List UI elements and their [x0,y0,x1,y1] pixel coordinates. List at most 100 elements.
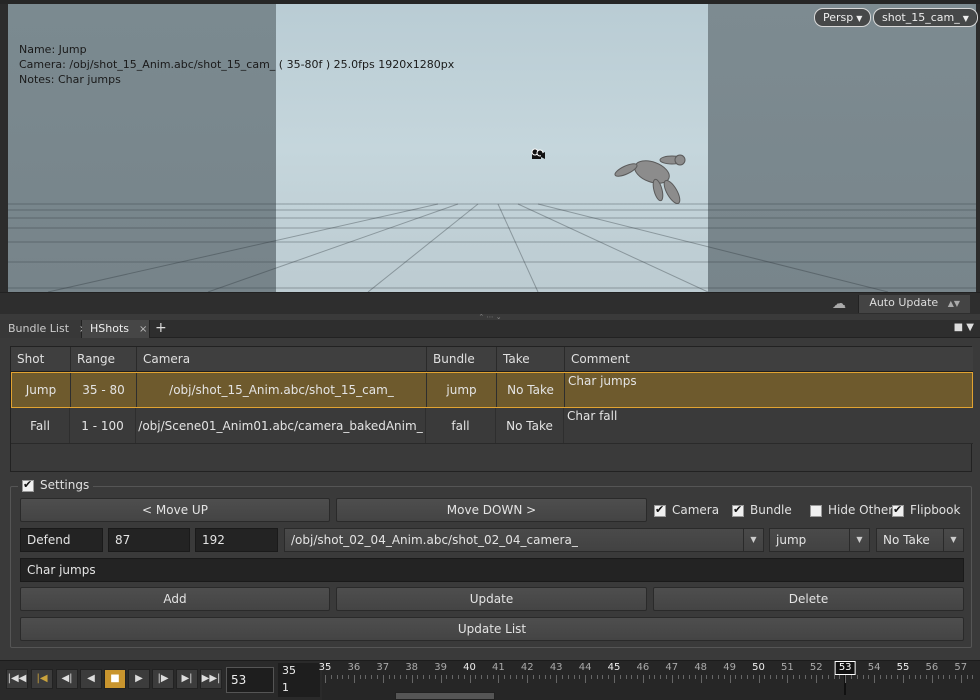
keyframe-prev-icon[interactable]: |◀ [31,669,53,689]
settings-toggle[interactable]: Settings [18,478,94,492]
timeline-tick [544,675,546,679]
settings-checkbox[interactable] [22,478,34,492]
column-header-shot[interactable]: Shot [11,347,71,372]
camera-path-value: /obj/shot_02_04_Anim.abc/shot_02_04_came… [291,533,578,547]
timeline-tick [359,675,361,679]
current-frame-marker[interactable]: 53 [834,661,856,675]
column-header-bundle[interactable]: Bundle [427,347,497,372]
timeline-tick [966,675,968,679]
camera-checkbox[interactable]: Camera [654,503,719,517]
timeline-tick [885,675,887,679]
play-reverse-icon[interactable]: ◀ [80,669,102,689]
timeline-tick [827,675,829,679]
checkbox-box[interactable] [654,503,666,517]
step-forward-icon[interactable]: |▶ [152,669,174,689]
add-button[interactable]: Add [20,587,330,611]
timeline-tick [579,675,581,679]
delete-button[interactable]: Delete [653,587,964,611]
move-up-button[interactable]: < Move UP [20,498,330,522]
step-back-icon[interactable]: ◀| [56,669,78,689]
timeline-tick [388,675,390,679]
current-frame-field[interactable]: 53 [226,667,274,693]
tab-bundle-list[interactable]: Bundle List× [0,320,87,338]
tab-hshots[interactable]: HShots × [82,320,150,338]
timeline-tick [810,675,812,679]
hide-other-checkbox[interactable]: Hide Other [810,503,893,517]
timeline-tick [619,675,621,679]
comment-field[interactable]: Char jumps [20,558,964,582]
timeline-tick [573,675,575,679]
jump-to-start-icon[interactable]: |◀◀ [6,669,28,689]
view-dropdown[interactable]: Persp ▼ [814,8,872,27]
range-step-field[interactable]: 1 [278,680,320,697]
timeline-tick [463,675,465,679]
table-row[interactable]: Jump 35 - 80 /obj/shot_15_Anim.abc/shot_… [11,372,973,408]
range-start-field[interactable]: 35 [278,663,320,680]
checkbox-box[interactable] [732,503,744,517]
timeline-tick [770,675,772,679]
bundle-combo[interactable]: jump ▼ [769,528,870,552]
timeline-tick [631,675,633,679]
timeline-tick [868,675,870,679]
pane-menu-icon[interactable]: ■ ▼ [954,322,974,333]
camera-dropdown[interactable]: shot_15_cam_ ▼ [873,8,978,27]
chevron-down-icon[interactable]: ▼ [849,529,869,551]
timeline-tick [614,675,615,683]
timeline-tick [798,675,800,679]
timeline-frame-label: 44 [578,662,592,673]
cell-bundle: jump [427,373,497,407]
add-tab-icon[interactable]: + [155,320,167,336]
timeline-tick [856,675,858,679]
timeline-tick [949,675,951,679]
chevron-down-icon[interactable]: ▼ [743,529,763,551]
keyframe-next-icon[interactable]: ▶| [176,669,198,689]
start-frame-field[interactable]: 87 [108,528,190,552]
bundle-checkbox[interactable]: Bundle [732,503,792,517]
timeline-tick [955,675,957,679]
column-header-range[interactable]: Range [71,347,137,372]
timeline-tick [521,675,523,679]
column-header-take[interactable]: Take [497,347,565,372]
camera-path-combo[interactable]: /obj/shot_02_04_Anim.abc/shot_02_04_came… [284,528,764,552]
cloud-icon[interactable]: ☁ [832,296,846,312]
take-combo[interactable]: No Take ▼ [876,528,964,552]
timeline-scrollbar-thumb[interactable] [395,692,495,700]
column-header-comment[interactable]: Comment [565,347,973,372]
timeline-tick [625,675,627,679]
timeline-tick [429,675,431,679]
timeline-tick [677,675,679,679]
auto-update-button[interactable]: Auto Update ▲▼ [858,295,970,313]
update-list-button[interactable]: Update List [20,617,964,641]
table-row[interactable]: Fall 1 - 100 /obj/Scene01_Anim01.abc/cam… [11,408,973,444]
move-down-button[interactable]: Move DOWN > [336,498,647,522]
timeline-frame-label: 49 [723,662,736,673]
column-header-camera[interactable]: Camera [137,347,427,372]
viewport[interactable]: Name: Jump Camera: /obj/shot_15_Anim.abc… [0,0,980,292]
checkbox-box[interactable] [892,503,904,517]
shot-name-field[interactable]: Defend [20,528,103,552]
stop-icon[interactable]: ■ [104,669,126,689]
close-icon[interactable]: × [139,324,147,335]
flipbook-checkbox[interactable]: Flipbook [892,503,960,517]
auto-update-label: Auto Update [869,296,939,309]
play-icon[interactable]: ▶ [128,669,150,689]
update-button[interactable]: Update [336,587,647,611]
timeline-tick [931,675,933,683]
timeline-tick [371,675,373,679]
timeline-frame-label: 45 [607,662,621,673]
jump-to-end-icon[interactable]: ▶▶| [200,669,222,689]
timeline-frame-label: 50 [752,662,765,673]
end-frame-field[interactable]: 192 [195,528,278,552]
timeline-tick [498,675,500,683]
chevron-down-icon[interactable]: ▼ [943,529,963,551]
timeline-tick [325,675,326,683]
timeline-tick [833,675,835,679]
timeline-tick [394,675,396,679]
character-model [614,154,686,205]
camera-dropdown-label: shot_15_cam_ [882,11,960,24]
timeline-frame-label: 55 [896,662,910,673]
timeline-frame-label: 35 [318,662,332,673]
checkbox-box[interactable] [810,504,822,517]
flipbook-checkbox-label: Flipbook [910,503,961,517]
timeline-tick [666,675,668,679]
